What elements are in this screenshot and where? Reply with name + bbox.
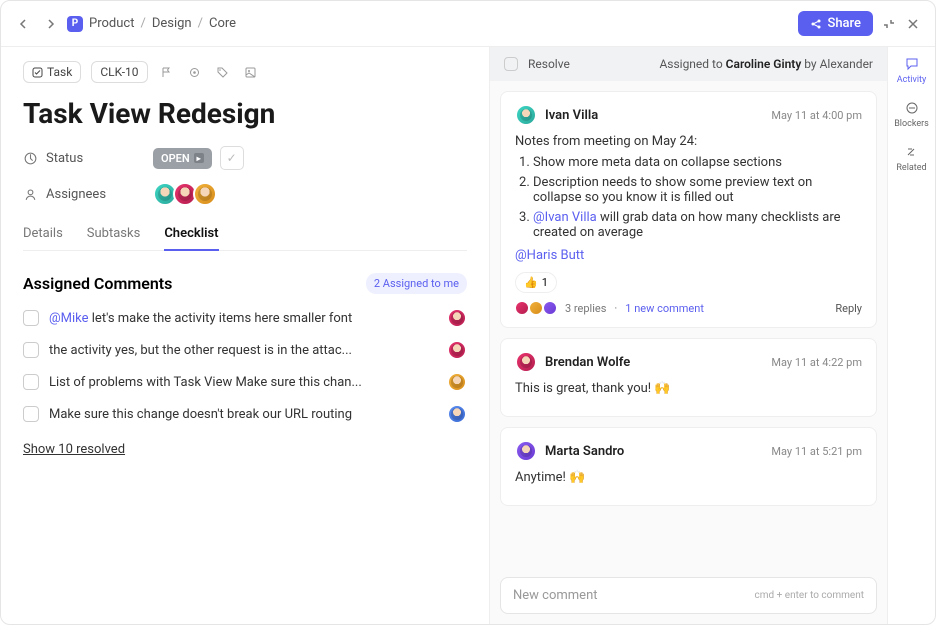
avatar [447, 340, 467, 360]
assigned-to-text: Assigned to Caroline Ginty by Alexander [659, 57, 873, 71]
comment-text[interactable]: @Mike let's make the activity items here… [49, 311, 441, 326]
assignees-label: Assignees [23, 187, 153, 202]
share-label: Share [827, 16, 861, 31]
project-badge: P [67, 16, 83, 32]
author-name: Ivan Villa [545, 108, 598, 123]
collapse-icon[interactable] [881, 16, 897, 32]
avatar [447, 404, 467, 424]
task-toolbar: Task CLK-10 [23, 61, 467, 83]
reply-button[interactable]: Reply [835, 302, 862, 315]
comment-row: List of problems with Task View Make sur… [23, 372, 467, 392]
chevron-right-icon: ▸ [194, 153, 204, 163]
assigned-badge: 2 Assigned to me [366, 273, 467, 294]
flag-icon[interactable] [158, 63, 176, 81]
composer-hint: cmd + enter to comment [755, 590, 864, 601]
comment-checkbox[interactable] [23, 342, 39, 358]
top-header: P Product/ Design/ Core Share [1, 1, 935, 47]
show-resolved-link[interactable]: Show 10 resolved [23, 442, 125, 457]
comment-text[interactable]: List of problems with Task View Make sur… [49, 375, 441, 390]
resolve-checkbox[interactable] [504, 57, 518, 71]
rail-activity[interactable]: Activity [897, 55, 926, 85]
timestamp: May 11 at 5:21 pm [771, 445, 862, 458]
author-name: Brendan Wolfe [545, 355, 630, 370]
avatar [447, 372, 467, 392]
comment-checkbox[interactable] [23, 374, 39, 390]
close-icon[interactable] [905, 16, 921, 32]
nav-back-icon[interactable] [15, 15, 33, 33]
crumb-2[interactable]: Core [209, 16, 236, 31]
target-icon[interactable] [186, 63, 204, 81]
tab-checklist[interactable]: Checklist [164, 218, 218, 251]
rail-blockers[interactable]: Blockers [894, 99, 929, 129]
share-button[interactable]: Share [798, 11, 873, 36]
comment-card: Ivan Villa May 11 at 4:00 pm Notes from me… [500, 91, 877, 328]
comment-row: @Mike let's make the activity items here… [23, 308, 467, 328]
comment-text[interactable]: Make sure this change doesn't break our … [49, 407, 441, 422]
comment-card: Brendan Wolfe May 11 at 4:22 pm This is gr… [500, 338, 877, 417]
blocker-icon [903, 99, 921, 117]
activity-panel: Resolve Assigned to Caroline Ginty by Al… [489, 47, 887, 624]
avatar [515, 440, 537, 462]
status-icon [23, 151, 38, 166]
task-chip[interactable]: Task [23, 61, 81, 83]
person-icon [23, 187, 38, 202]
status-label: Status [23, 151, 153, 166]
comment-checkbox[interactable] [23, 310, 39, 326]
mention-link[interactable]: @Haris Butt [515, 248, 584, 263]
section-title: Assigned Comments [23, 274, 172, 293]
comment-composer[interactable]: New comment cmd + enter to comment [500, 577, 877, 614]
avatar [515, 104, 537, 126]
reaction[interactable]: 👍 1 [515, 272, 557, 293]
comment-text[interactable]: the activity yes, but the other request … [49, 343, 441, 358]
related-icon [902, 143, 920, 161]
avatar [515, 351, 537, 373]
comment-body: Notes from meeting on May 24:Show more m… [515, 134, 862, 240]
thread-header: Resolve Assigned to Caroline Ginty by Al… [490, 47, 887, 81]
assignee-avatars[interactable] [153, 182, 217, 206]
status-check[interactable]: ✓ [220, 146, 244, 170]
tag-icon[interactable] [214, 63, 232, 81]
share-icon [810, 18, 822, 30]
chat-icon [903, 55, 921, 73]
comment-body: Anytime! 🙌 [515, 470, 862, 485]
right-rail: Activity Blockers Related [887, 47, 935, 624]
tab-details[interactable]: Details [23, 218, 63, 250]
image-icon[interactable] [242, 63, 260, 81]
crumb-0[interactable]: Product [89, 16, 134, 31]
crumb-1[interactable]: Design [152, 16, 192, 31]
comment-body: This is great, thank you! 🙌 [515, 381, 862, 396]
comment-row: Make sure this change doesn't break our … [23, 404, 467, 424]
comment-checkbox[interactable] [23, 406, 39, 422]
tab-subtasks[interactable]: Subtasks [87, 218, 141, 250]
nav-forward-icon[interactable] [41, 15, 59, 33]
status-pill[interactable]: OPEN▸ [153, 148, 212, 169]
avatar [447, 308, 467, 328]
rail-related[interactable]: Related [896, 143, 926, 173]
replies-count[interactable]: 3 replies [565, 302, 606, 315]
page-title: Task View Redesign [23, 97, 467, 130]
tabs: Details Subtasks Checklist [23, 218, 467, 251]
timestamp: May 11 at 4:22 pm [771, 356, 862, 369]
task-id-chip[interactable]: CLK-10 [91, 61, 147, 83]
author-name: Marta Sandro [545, 444, 624, 459]
new-comment-link[interactable]: 1 new comment [625, 302, 704, 315]
resolve-label: Resolve [528, 57, 570, 71]
comment-card: Marta Sandro May 11 at 5:21 pm Anytime! 🙌 [500, 427, 877, 506]
task-icon [32, 67, 43, 78]
comment-row: the activity yes, but the other request … [23, 340, 467, 360]
timestamp: May 11 at 4:00 pm [771, 109, 862, 122]
main-panel: Task CLK-10 Task View Redesign Status OP… [1, 47, 489, 624]
breadcrumb[interactable]: P Product/ Design/ Core [67, 16, 236, 32]
composer-placeholder: New comment [513, 588, 598, 603]
avatar [193, 182, 217, 206]
